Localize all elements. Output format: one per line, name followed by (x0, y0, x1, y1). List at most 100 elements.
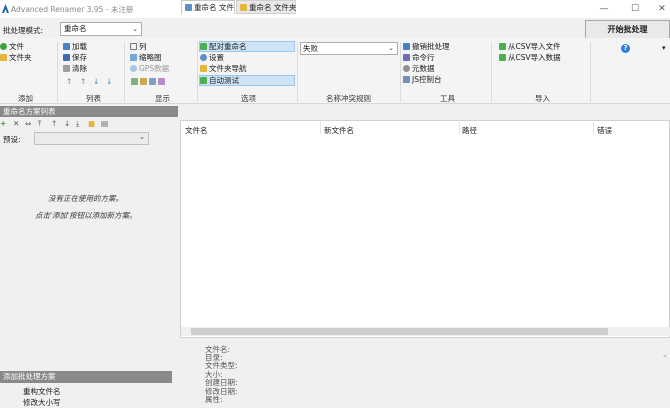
save-preset-icon[interactable]: ▤ (101, 119, 108, 128)
toggle-method-icon[interactable]: ⇔ (25, 119, 31, 128)
folder-icon[interactable]: ■ (88, 119, 95, 128)
command-line-icon (403, 54, 410, 61)
settings-button[interactable]: 设置 (200, 53, 224, 63)
auto-test-label: 自动测试 (209, 76, 239, 85)
move-down-icon[interactable]: ↓ (64, 119, 70, 128)
save-list-button[interactable]: 保存 (63, 53, 87, 63)
group-label-conflict: 名称冲突规则 (326, 94, 371, 103)
window-title: Advanced Renamer 3.95 - 未注册 (11, 5, 134, 14)
save-icon (63, 54, 70, 61)
remove-method-icon[interactable]: ✕ (13, 119, 19, 128)
js-console-button[interactable]: JS控制台 (403, 75, 441, 85)
auto-test-toggle[interactable]: 自动测试 (199, 75, 295, 86)
import-csv-data-label: 从CSV导入数据 (508, 53, 561, 62)
move-down-icon[interactable]: ↓ (93, 77, 99, 87)
load-list-button[interactable]: 加载 (63, 42, 87, 52)
import-csv-data-button[interactable]: 从CSV导入数据 (499, 53, 561, 63)
plus-circle-icon (0, 43, 7, 50)
column-separator[interactable] (459, 122, 460, 134)
group-separator (491, 42, 492, 102)
column-separator[interactable] (593, 122, 594, 134)
command-line-button[interactable]: 命令行 (403, 53, 435, 63)
group-label-import: 导入 (535, 94, 550, 103)
file-list-grid[interactable] (180, 120, 670, 338)
batch-methods-header: 添加批处理方案 (0, 371, 172, 383)
empty-methods-hint: 点击'添加'按钮以添加新方案。 (35, 211, 137, 220)
csv-icon (499, 54, 506, 61)
folder-nav-button[interactable]: 文件夹导航 (200, 64, 247, 74)
move-top-icon[interactable]: ↑ (66, 77, 72, 87)
minimize-icon[interactable]: — (598, 3, 610, 15)
batch-mode-label: 批处理模式: (3, 26, 44, 35)
column-header-path[interactable]: 路径 (462, 125, 477, 136)
tab-rename-files[interactable]: 重命名 文件 (181, 0, 235, 14)
close-icon[interactable]: ✕ (656, 3, 668, 15)
column-header-error[interactable]: 错误 (597, 125, 612, 136)
move-bottom-icon[interactable]: ↓ (106, 77, 112, 87)
group-separator (197, 42, 198, 102)
column-header-filename[interactable]: 文件名 (185, 125, 208, 136)
group-separator (400, 42, 401, 102)
script-icon (403, 76, 410, 83)
gps-data-label: GPS数据 (139, 64, 170, 73)
batch-mode-dropdown[interactable]: 重命名 ⌄ (60, 22, 142, 36)
columns-button[interactable]: 列 (130, 42, 147, 52)
tab-rename-folders-label: 重命名 文件夹 (249, 3, 297, 12)
undo-batch-button[interactable]: 撤销批处理 (403, 42, 450, 52)
batch-method-item[interactable]: 重构文件名 (23, 386, 61, 397)
folder-icon (200, 65, 207, 72)
view-icon (149, 78, 156, 85)
add-files-label: 文件 (9, 42, 24, 51)
maximize-icon[interactable]: ☐ (629, 3, 641, 15)
csv-icon (499, 43, 506, 50)
group-label-options: 选项 (241, 94, 256, 103)
tab-rename-folders[interactable]: 重命名 文件夹 (236, 0, 296, 14)
clear-list-button[interactable]: 清除 (63, 64, 87, 74)
load-icon (63, 43, 70, 50)
start-batch-button[interactable]: 开始批处理 (585, 20, 670, 39)
conflict-rule-value: 失败 (303, 44, 318, 53)
folder-icon (240, 4, 247, 11)
metadata-icon (403, 65, 410, 72)
js-console-label: JS控制台 (412, 75, 442, 84)
chevron-down-icon[interactable]: ⌄ (662, 351, 668, 359)
add-folders-button[interactable]: 文件夹 (0, 53, 32, 63)
thumbnails-label: 缩略图 (139, 53, 162, 62)
group-separator (124, 42, 125, 102)
group-label-add: 添加 (18, 94, 33, 103)
batch-method-item[interactable]: 修改大小写 (23, 397, 61, 408)
move-up-icon[interactable]: ↑ (80, 77, 86, 87)
gps-data-button[interactable]: GPS数据 (130, 64, 169, 74)
add-method-icon[interactable]: + (0, 119, 6, 128)
import-csv-files-button[interactable]: 从CSV导入文件 (499, 42, 561, 52)
view-mode-icons[interactable] (131, 77, 167, 87)
metadata-button[interactable]: 元数据 (403, 64, 435, 74)
scrollbar-thumb[interactable] (191, 328, 608, 335)
metadata-label: 元数据 (412, 64, 435, 73)
add-files-button[interactable]: 文件 (0, 42, 24, 52)
help-icon[interactable]: ? (621, 44, 630, 53)
pair-rename-toggle[interactable]: 配对重命名 (199, 41, 295, 52)
column-separator[interactable] (320, 122, 321, 134)
move-up-icon[interactable]: ↑ (51, 119, 57, 128)
column-header-new-filename[interactable]: 新文件名 (324, 125, 354, 136)
name-conflict-dropdown[interactable]: 失败 ⌄ (300, 42, 398, 55)
check-icon (200, 77, 207, 84)
group-label-list: 列表 (86, 94, 101, 103)
group-label-display: 显示 (155, 94, 170, 103)
gear-icon (200, 54, 207, 61)
batch-mode-value: 重命名 (64, 24, 87, 33)
chevron-down-icon[interactable]: ▾ (662, 43, 666, 53)
preset-dropdown[interactable]: ⌄ (34, 132, 149, 145)
clear-icon (63, 65, 70, 72)
move-top-icon[interactable]: ⤒ (38, 119, 41, 129)
clear-label: 清除 (72, 64, 87, 73)
import-csv-files-label: 从CSV导入文件 (508, 42, 561, 51)
move-bottom-icon[interactable]: ⤓ (76, 119, 79, 129)
undo-icon (403, 43, 410, 50)
pair-rename-label: 配对重命名 (209, 42, 247, 51)
undo-batch-label: 撤销批处理 (412, 42, 450, 51)
thumbnails-button[interactable]: 缩略图 (130, 53, 162, 63)
columns-label: 列 (139, 42, 147, 51)
app-logo-icon (2, 4, 9, 13)
